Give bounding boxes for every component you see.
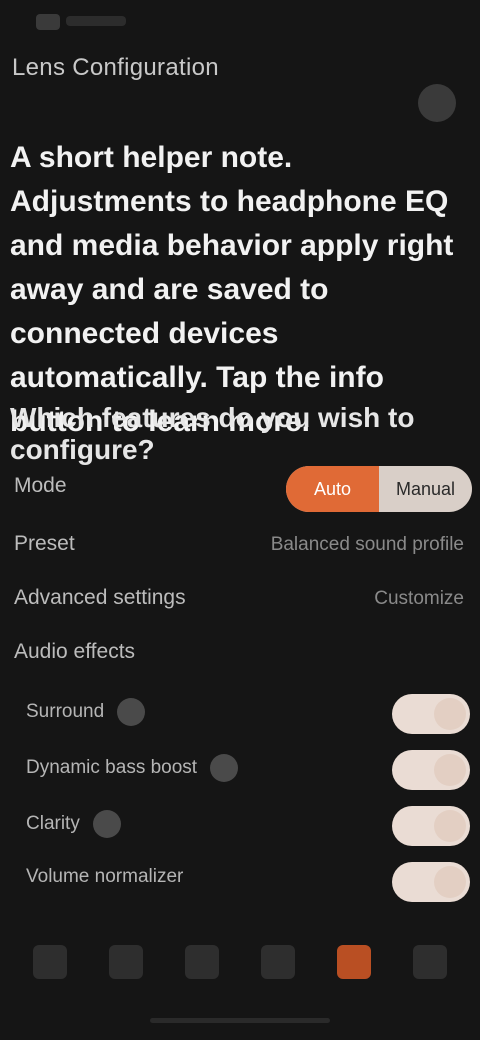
bottom-navigation — [0, 930, 480, 1000]
nav-devices[interactable] — [254, 930, 302, 994]
nav-library[interactable] — [178, 930, 226, 994]
surround-label: Surround — [26, 701, 105, 723]
bass-boost-row: Dynamic bass boost — [26, 754, 239, 782]
clarity-label: Clarity — [26, 813, 80, 835]
preset-label: Preset — [14, 532, 75, 555]
nav-profile[interactable] — [406, 930, 454, 994]
settings-icon — [337, 945, 371, 979]
toggle-knob — [434, 866, 466, 898]
effects-label: Audio effects — [14, 640, 136, 663]
advanced-value[interactable]: Customize — [374, 588, 464, 610]
normalizer-toggle[interactable] — [392, 862, 470, 902]
info-button[interactable] — [418, 84, 456, 122]
help-icon[interactable] — [210, 754, 239, 782]
bass-boost-toggle[interactable] — [392, 750, 470, 790]
surround-toggle[interactable] — [392, 694, 470, 734]
library-icon — [185, 945, 219, 979]
toggle-knob — [434, 754, 466, 786]
nav-home[interactable] — [26, 930, 74, 994]
advanced-label: Advanced settings — [14, 586, 186, 609]
description-text: A short helper note. Adjustments to head… — [10, 141, 454, 438]
mode-option-auto[interactable]: Auto — [286, 466, 379, 512]
nav-settings[interactable] — [330, 930, 378, 994]
toggle-knob — [434, 698, 466, 730]
bass-boost-label: Dynamic bass boost — [26, 757, 198, 779]
help-icon[interactable] — [117, 698, 146, 726]
help-icon[interactable] — [93, 810, 122, 838]
normalizer-label: Volume normalizer — [26, 866, 184, 887]
clarity-toggle[interactable] — [392, 806, 470, 846]
nav-play[interactable] — [102, 930, 150, 994]
profile-icon — [413, 945, 447, 979]
devices-icon — [261, 945, 295, 979]
toggle-knob — [434, 810, 466, 842]
mode-segmented-control[interactable]: Auto Manual — [286, 466, 472, 512]
home-icon — [33, 945, 67, 979]
home-indicator — [150, 1018, 330, 1023]
play-icon — [109, 945, 143, 979]
section-title: Which features do you wish to configure? — [10, 402, 415, 465]
mode-option-manual[interactable]: Manual — [379, 466, 472, 512]
breadcrumb[interactable]: Lens Configuration — [12, 54, 219, 82]
mode-label: Mode — [14, 474, 67, 497]
preset-value[interactable]: Balanced sound profile — [271, 534, 464, 556]
notification-icon — [36, 14, 60, 30]
surround-row: Surround — [26, 698, 146, 726]
status-text — [66, 16, 126, 26]
status-bar — [0, 0, 480, 40]
clarity-row: Clarity — [26, 810, 122, 838]
normalizer-row: Volume normalizer — [26, 866, 183, 888]
